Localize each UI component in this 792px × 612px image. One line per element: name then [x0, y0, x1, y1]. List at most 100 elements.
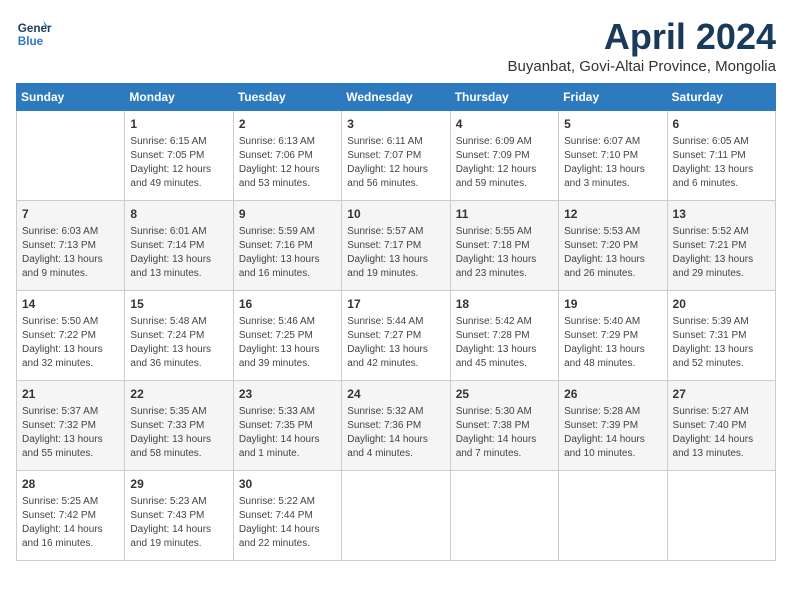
header-cell-wednesday: Wednesday	[342, 84, 450, 111]
calendar-cell	[17, 111, 125, 201]
day-number: 21	[22, 386, 119, 403]
day-number: 7	[22, 206, 119, 223]
header-cell-friday: Friday	[559, 84, 667, 111]
day-number: 23	[239, 386, 336, 403]
title-area: April 2024 Buyanbat, Govi-Altai Province…	[508, 16, 776, 75]
day-number: 30	[239, 476, 336, 493]
day-number: 25	[456, 386, 553, 403]
day-info: Sunrise: 5:37 AM Sunset: 7:32 PM Dayligh…	[22, 405, 119, 461]
calendar-cell: 2Sunrise: 6:13 AM Sunset: 7:06 PM Daylig…	[233, 111, 341, 201]
day-info: Sunrise: 5:30 AM Sunset: 7:38 PM Dayligh…	[456, 405, 553, 461]
calendar-cell: 27 Sunrise: 5:27 AM Sunset: 7:40 PM Dayli…	[667, 381, 775, 471]
day-info: Sunrise: 5:52 AM Sunset: 7:21 PM Dayligh…	[673, 225, 770, 281]
calendar-cell: 26 Sunrise: 5:28 AM Sunset: 7:39 PM Dayli…	[559, 381, 667, 471]
subtitle: Buyanbat, Govi-Altai Province, Mongolia	[508, 58, 776, 75]
day-info: Sunrise: 6:09 AM Sunset: 7:09 PM Dayligh…	[456, 135, 553, 191]
day-info: Sunrise: 5:39 AM Sunset: 7:31 PM Dayligh…	[673, 315, 770, 371]
day-number: 8	[130, 206, 227, 223]
header-cell-monday: Monday	[125, 84, 233, 111]
day-number: 2	[239, 116, 336, 133]
day-info: Sunrise: 6:11 AM Sunset: 7:07 PM Dayligh…	[347, 135, 444, 191]
svg-text:General: General	[18, 22, 52, 35]
calendar-cell: 14 Sunrise: 5:50 AM Sunset: 7:22 PM Dayli…	[17, 291, 125, 381]
day-number: 10	[347, 206, 444, 223]
day-info: Sunrise: 5:27 AM Sunset: 7:40 PM Dayligh…	[673, 405, 770, 461]
calendar-cell: 22 Sunrise: 5:35 AM Sunset: 7:33 PM Dayli…	[125, 381, 233, 471]
calendar-cell: 25 Sunrise: 5:30 AM Sunset: 7:38 PM Dayli…	[450, 381, 558, 471]
day-number: 12	[564, 206, 661, 223]
day-number: 5	[564, 116, 661, 133]
day-info: Sunrise: 5:50 AM Sunset: 7:22 PM Dayligh…	[22, 315, 119, 371]
day-number: 1	[130, 116, 227, 133]
day-info: Sunrise: 6:05 AM Sunset: 7:11 PM Dayligh…	[673, 135, 770, 191]
day-number: 27	[673, 386, 770, 403]
day-number: 22	[130, 386, 227, 403]
day-info: Sunrise: 6:01 AM Sunset: 7:14 PM Dayligh…	[130, 225, 227, 281]
day-number: 24	[347, 386, 444, 403]
calendar-cell: 12 Sunrise: 5:53 AM Sunset: 7:20 PM Dayli…	[559, 201, 667, 291]
header-cell-sunday: Sunday	[17, 84, 125, 111]
calendar-cell: 16Sunrise: 5:46 AM Sunset: 7:25 PM Dayli…	[233, 291, 341, 381]
calendar-cell: 4 Sunrise: 6:09 AM Sunset: 7:09 PM Daylig…	[450, 111, 558, 201]
calendar-cell: 5 Sunrise: 6:07 AM Sunset: 7:10 PM Daylig…	[559, 111, 667, 201]
day-info: Sunrise: 5:33 AM Sunset: 7:35 PM Dayligh…	[239, 405, 336, 461]
svg-text:Blue: Blue	[18, 35, 44, 48]
day-number: 3	[347, 116, 444, 133]
day-number: 28	[22, 476, 119, 493]
day-info: Sunrise: 5:28 AM Sunset: 7:39 PM Dayligh…	[564, 405, 661, 461]
calendar-cell: 3 Sunrise: 6:11 AM Sunset: 7:07 PM Daylig…	[342, 111, 450, 201]
calendar-cell: 13 Sunrise: 5:52 AM Sunset: 7:21 PM Dayli…	[667, 201, 775, 291]
calendar-week-4: 21 Sunrise: 5:37 AM Sunset: 7:32 PM Dayli…	[17, 381, 776, 471]
day-info: Sunrise: 6:07 AM Sunset: 7:10 PM Dayligh…	[564, 135, 661, 191]
calendar-cell: 11Sunrise: 5:55 AM Sunset: 7:18 PM Dayli…	[450, 201, 558, 291]
month-title: April 2024	[508, 16, 776, 58]
day-number: 18	[456, 296, 553, 313]
day-info: Sunrise: 5:25 AM Sunset: 7:42 PM Dayligh…	[22, 495, 119, 551]
day-info: Sunrise: 5:40 AM Sunset: 7:29 PM Dayligh…	[564, 315, 661, 371]
day-info: Sunrise: 6:15 AM Sunset: 7:05 PM Dayligh…	[130, 135, 227, 191]
day-number: 4	[456, 116, 553, 133]
day-number: 9	[239, 206, 336, 223]
calendar-cell: 28 Sunrise: 5:25 AM Sunset: 7:42 PM Dayli…	[17, 471, 125, 561]
calendar-cell	[450, 471, 558, 561]
header-cell-tuesday: Tuesday	[233, 84, 341, 111]
calendar-week-3: 14 Sunrise: 5:50 AM Sunset: 7:22 PM Dayli…	[17, 291, 776, 381]
day-number: 20	[673, 296, 770, 313]
day-info: Sunrise: 5:42 AM Sunset: 7:28 PM Dayligh…	[456, 315, 553, 371]
day-info: Sunrise: 5:35 AM Sunset: 7:33 PM Dayligh…	[130, 405, 227, 461]
calendar-cell: 19Sunrise: 5:40 AM Sunset: 7:29 PM Dayli…	[559, 291, 667, 381]
calendar-table: SundayMondayTuesdayWednesdayThursdayFrid…	[16, 83, 776, 561]
calendar-week-1: 1 Sunrise: 6:15 AM Sunset: 7:05 PM Daylig…	[17, 111, 776, 201]
day-number: 17	[347, 296, 444, 313]
calendar-cell: 6 Sunrise: 6:05 AM Sunset: 7:11 PM Daylig…	[667, 111, 775, 201]
day-info: Sunrise: 5:53 AM Sunset: 7:20 PM Dayligh…	[564, 225, 661, 281]
day-info: Sunrise: 5:46 AM Sunset: 7:25 PM Dayligh…	[239, 315, 336, 371]
calendar-week-2: 7Sunrise: 6:03 AM Sunset: 7:13 PM Daylig…	[17, 201, 776, 291]
calendar-cell: 20 Sunrise: 5:39 AM Sunset: 7:31 PM Dayli…	[667, 291, 775, 381]
calendar-cell	[667, 471, 775, 561]
calendar-week-5: 28 Sunrise: 5:25 AM Sunset: 7:42 PM Dayli…	[17, 471, 776, 561]
day-info: Sunrise: 5:22 AM Sunset: 7:44 PM Dayligh…	[239, 495, 336, 551]
day-info: Sunrise: 5:57 AM Sunset: 7:17 PM Dayligh…	[347, 225, 444, 281]
calendar-cell: 15Sunrise: 5:48 AM Sunset: 7:24 PM Dayli…	[125, 291, 233, 381]
day-number: 14	[22, 296, 119, 313]
day-number: 6	[673, 116, 770, 133]
header-cell-saturday: Saturday	[667, 84, 775, 111]
calendar-cell: 8 Sunrise: 6:01 AM Sunset: 7:14 PM Daylig…	[125, 201, 233, 291]
day-info: Sunrise: 5:59 AM Sunset: 7:16 PM Dayligh…	[239, 225, 336, 281]
day-number: 26	[564, 386, 661, 403]
calendar-cell: 9 Sunrise: 5:59 AM Sunset: 7:16 PM Daylig…	[233, 201, 341, 291]
calendar-cell: 10 Sunrise: 5:57 AM Sunset: 7:17 PM Dayli…	[342, 201, 450, 291]
day-number: 13	[673, 206, 770, 223]
calendar-cell	[559, 471, 667, 561]
calendar-body: 1 Sunrise: 6:15 AM Sunset: 7:05 PM Daylig…	[17, 111, 776, 561]
day-number: 11	[456, 206, 553, 223]
day-info: Sunrise: 5:44 AM Sunset: 7:27 PM Dayligh…	[347, 315, 444, 371]
calendar-cell: 7Sunrise: 6:03 AM Sunset: 7:13 PM Daylig…	[17, 201, 125, 291]
calendar-cell: 21 Sunrise: 5:37 AM Sunset: 7:32 PM Dayli…	[17, 381, 125, 471]
day-number: 15	[130, 296, 227, 313]
calendar-cell: 23 Sunrise: 5:33 AM Sunset: 7:35 PM Dayli…	[233, 381, 341, 471]
day-info: Sunrise: 5:23 AM Sunset: 7:43 PM Dayligh…	[130, 495, 227, 551]
calendar-cell: 24Sunrise: 5:32 AM Sunset: 7:36 PM Dayli…	[342, 381, 450, 471]
logo: General Blue	[16, 16, 52, 52]
